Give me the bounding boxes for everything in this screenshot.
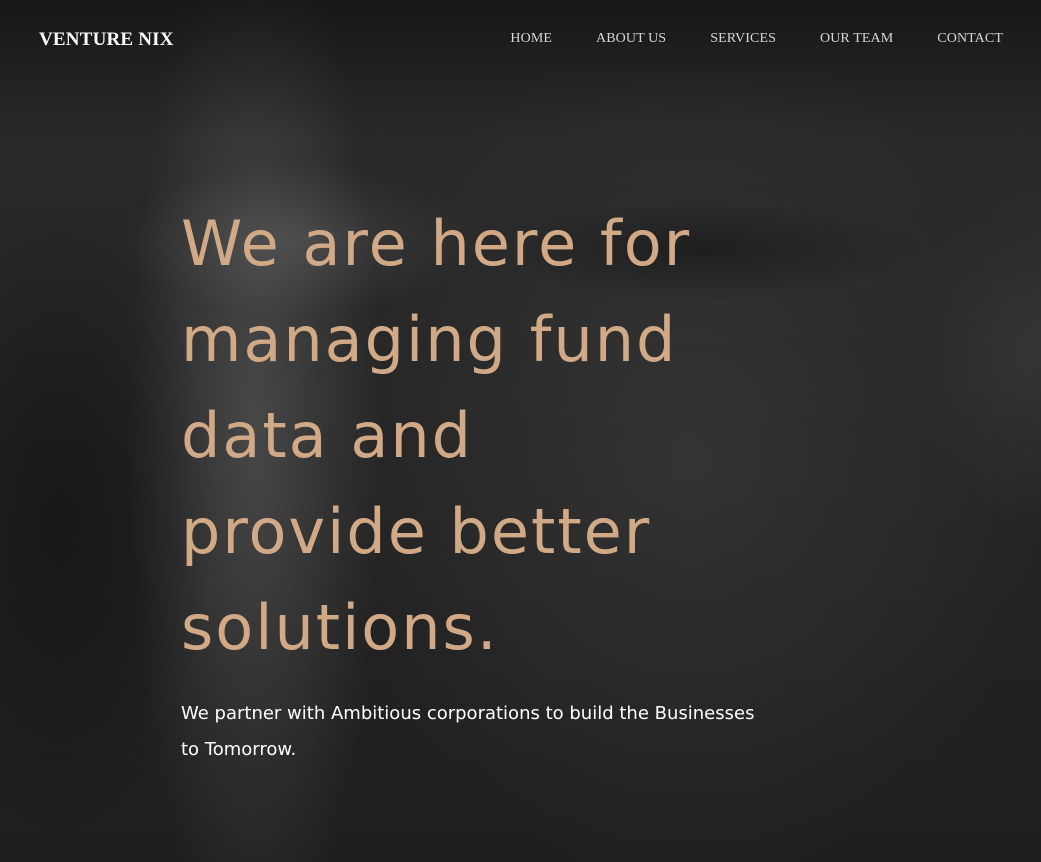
hero-subtitle: We partner with Ambitious corporations t… <box>181 703 755 760</box>
hero-section: We are here for managing fund data and p… <box>181 196 781 768</box>
hero-title: We are here for managing fund data and p… <box>181 207 692 664</box>
nav-link-contact[interactable]: CONTACT <box>937 31 1003 47</box>
nav-link-services[interactable]: SERVICES <box>710 31 776 47</box>
nav-link-our-team[interactable]: OUR TEAM <box>820 31 893 47</box>
nav-link-home[interactable]: HOME <box>510 31 552 47</box>
nav-link-about-us[interactable]: ABOUT US <box>596 31 666 47</box>
top-navbar: VENTURE NIX HOME ABOUT US SERVICES OUR T… <box>0 0 1041 80</box>
brand-logo[interactable]: VENTURE NIX <box>39 29 174 51</box>
nav-menu: HOME ABOUT US SERVICES OUR TEAM CONTACT <box>510 31 1003 47</box>
